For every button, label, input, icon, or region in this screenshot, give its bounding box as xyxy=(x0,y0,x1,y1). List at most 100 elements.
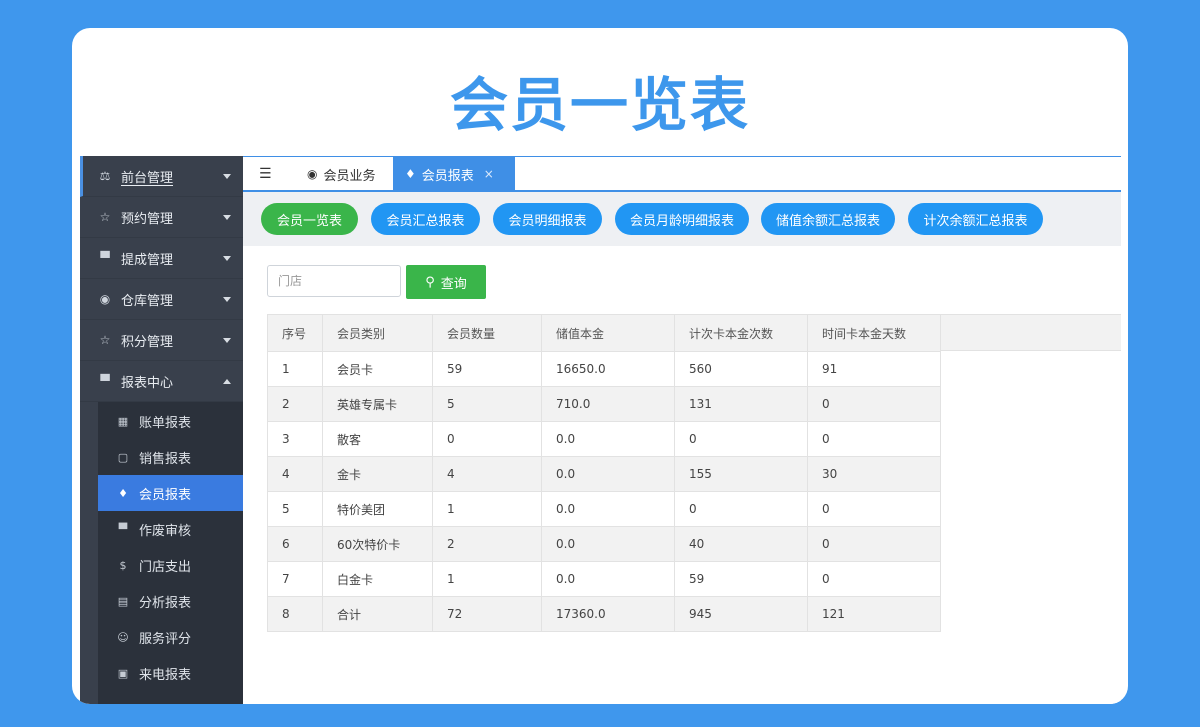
table-cell: 散客 xyxy=(322,421,433,457)
table-cell: 0.0 xyxy=(541,491,675,527)
table-cell: 59 xyxy=(674,561,808,597)
users-icon: ⚖ xyxy=(99,169,111,183)
subnav-item-label: 会员报表 xyxy=(139,487,192,503)
table-cell: 30 xyxy=(807,456,941,492)
subnav-item-service-rating[interactable]: ☺ 服务评分 xyxy=(98,619,243,655)
star-icon: ☆ xyxy=(99,210,111,224)
table-cell: 16650.0 xyxy=(541,351,675,387)
table-cell: 会员卡 xyxy=(322,351,433,387)
sidebar-item-commission[interactable]: ▀ 提成管理 xyxy=(80,238,243,279)
table-cell: 17360.0 xyxy=(541,596,675,632)
sidebar-item-appointments[interactable]: ☆ 预约管理 xyxy=(80,197,243,238)
member-list-button[interactable]: 会员一览表 xyxy=(261,203,358,235)
table-cell: 2 xyxy=(432,526,542,562)
table-cell: 0 xyxy=(807,526,941,562)
caret-down-icon xyxy=(223,337,231,343)
table-cell: 特价美团 xyxy=(322,491,433,527)
table-cell: 4 xyxy=(432,456,542,492)
subnav-item-call-report[interactable]: ▣ 来电报表 xyxy=(98,655,243,691)
sidebar-item-warehouse[interactable]: ◉ 仓库管理 xyxy=(80,279,243,320)
table-cell: 0 xyxy=(807,561,941,597)
table-cell: 合计 xyxy=(322,596,433,632)
diamond-icon: ♦ xyxy=(118,486,128,500)
report-panel: ⚲ 查询 序号 会员类别 会员数量 储值本金 计次卡本金次数 xyxy=(254,247,1121,704)
subnav-item-member-report[interactable]: ♦ 会员报表 xyxy=(98,475,243,511)
table-row: 7 白金卡 1 0.0 59 0 xyxy=(267,561,941,597)
caret-down-icon xyxy=(223,296,231,302)
phone-icon: ▣ xyxy=(117,666,129,680)
table-cell: 1 xyxy=(432,561,542,597)
column-header[interactable]: 计次卡本金次数 xyxy=(674,314,808,352)
table-cell: 金卡 xyxy=(322,456,433,492)
subnav-item-label: 门店支出 xyxy=(139,559,192,575)
tab-member-report[interactable]: ♦ 会员报表 × xyxy=(393,157,515,191)
table-cell: 3 xyxy=(267,421,323,457)
table-cell: 0 xyxy=(674,421,808,457)
monitor-icon: ▀ xyxy=(100,374,110,388)
member-table: 序号 会员类别 会员数量 储值本金 计次卡本金次数 时间卡本金天数 1 会员卡 59… xyxy=(267,314,941,632)
sidebar-item-front-desk[interactable]: ⚖ 前台管理 xyxy=(80,156,243,197)
subnav-item-label: 服务评分 xyxy=(139,631,192,647)
calendar-icon: ▤ xyxy=(117,594,129,608)
table-cell: 0 xyxy=(674,491,808,527)
diamond-icon: ♦ xyxy=(405,167,416,181)
sidebar-item-label: 提成管理 xyxy=(121,252,174,268)
table-row: 8 合计 72 17360.0 945 121 xyxy=(267,596,941,632)
column-header[interactable]: 序号 xyxy=(267,314,323,352)
sidebar-item-reports[interactable]: ▀ 报表中心 xyxy=(80,361,243,402)
store-input[interactable] xyxy=(267,265,401,297)
subnav-item-void-audit[interactable]: ▀ 作废审核 xyxy=(98,511,243,547)
file-icon: ▢ xyxy=(117,450,129,464)
table-cell: 0.0 xyxy=(541,456,675,492)
sidebar: ⚖ 前台管理 ☆ 预约管理 ▀ 提成管理 ◉ 仓库管理 ☆ 积分管理 ▀ 报表中… xyxy=(80,156,243,704)
table-cell: 8 xyxy=(267,596,323,632)
subnav-item-label: 作废审核 xyxy=(139,523,192,539)
sidebar-item-label: 报表中心 xyxy=(121,375,174,391)
member-detail-button[interactable]: 会员明细报表 xyxy=(493,203,602,235)
star-icon: ☆ xyxy=(99,333,111,347)
table-cell: 5 xyxy=(267,491,323,527)
sidebar-item-points[interactable]: ☆ 积分管理 xyxy=(80,320,243,361)
table-cell: 0.0 xyxy=(541,526,675,562)
query-button[interactable]: ⚲ 查询 xyxy=(406,265,486,299)
column-header[interactable]: 时间卡本金天数 xyxy=(807,314,941,352)
member-summary-button[interactable]: 会员汇总报表 xyxy=(371,203,480,235)
tab-label: 会员报表 xyxy=(421,168,474,184)
tab-member-business[interactable]: ◉ 会员业务 xyxy=(295,157,388,191)
caret-up-icon xyxy=(223,378,231,384)
table-cell: 0 xyxy=(807,421,941,457)
smile-icon: ☺ xyxy=(117,630,129,644)
stored-value-summary-button[interactable]: 储值余额汇总报表 xyxy=(761,203,895,235)
subnav-item-label: 来电报表 xyxy=(139,667,192,683)
menu-toggle-icon[interactable]: ☰ xyxy=(259,166,279,182)
subnav-item-sales-report[interactable]: ▢ 销售报表 xyxy=(98,439,243,475)
subnav-item-bill-report[interactable]: ▦ 账单报表 xyxy=(98,403,243,439)
table-cell: 7 xyxy=(267,561,323,597)
table-cell: 131 xyxy=(674,386,808,422)
table-cell: 2 xyxy=(267,386,323,422)
table-cell: 1 xyxy=(267,351,323,387)
table-cell: 945 xyxy=(674,596,808,632)
main-content: ☰ ◉ 会员业务 ♦ 会员报表 × 会员一览表 会员汇总报表 会员明细报表 会员… xyxy=(243,156,1121,704)
sidebar-item-label: 仓库管理 xyxy=(121,293,174,309)
close-icon[interactable]: × xyxy=(484,167,494,181)
column-header[interactable]: 储值本金 xyxy=(541,314,675,352)
table-cell: 0.0 xyxy=(541,561,675,597)
table-row: 6 60次特价卡 2 0.0 40 0 xyxy=(267,526,941,562)
member-age-detail-button[interactable]: 会员月龄明细报表 xyxy=(615,203,749,235)
table-cell: 4 xyxy=(267,456,323,492)
page-title: 会员一览表 xyxy=(449,71,750,139)
dashboard-icon: ◉ xyxy=(99,292,111,306)
table-cell: 1 xyxy=(432,491,542,527)
count-balance-summary-button[interactable]: 计次余额汇总报表 xyxy=(908,203,1043,235)
caret-down-icon xyxy=(223,214,231,220)
subnav-item-store-expense[interactable]: $ 门店支出 xyxy=(98,547,243,583)
column-header[interactable]: 会员类别 xyxy=(322,314,433,352)
table-cell: 60次特价卡 xyxy=(322,526,433,562)
sidebar-item-label: 预约管理 xyxy=(121,211,174,227)
column-header[interactable]: 会员数量 xyxy=(432,314,542,352)
table-row: 5 特价美团 1 0.0 0 0 xyxy=(267,491,941,527)
subnav-item-analysis-report[interactable]: ▤ 分析报表 xyxy=(98,583,243,619)
table-cell: 英雄专属卡 xyxy=(322,386,433,422)
sidebar-item-label: 积分管理 xyxy=(121,334,174,350)
